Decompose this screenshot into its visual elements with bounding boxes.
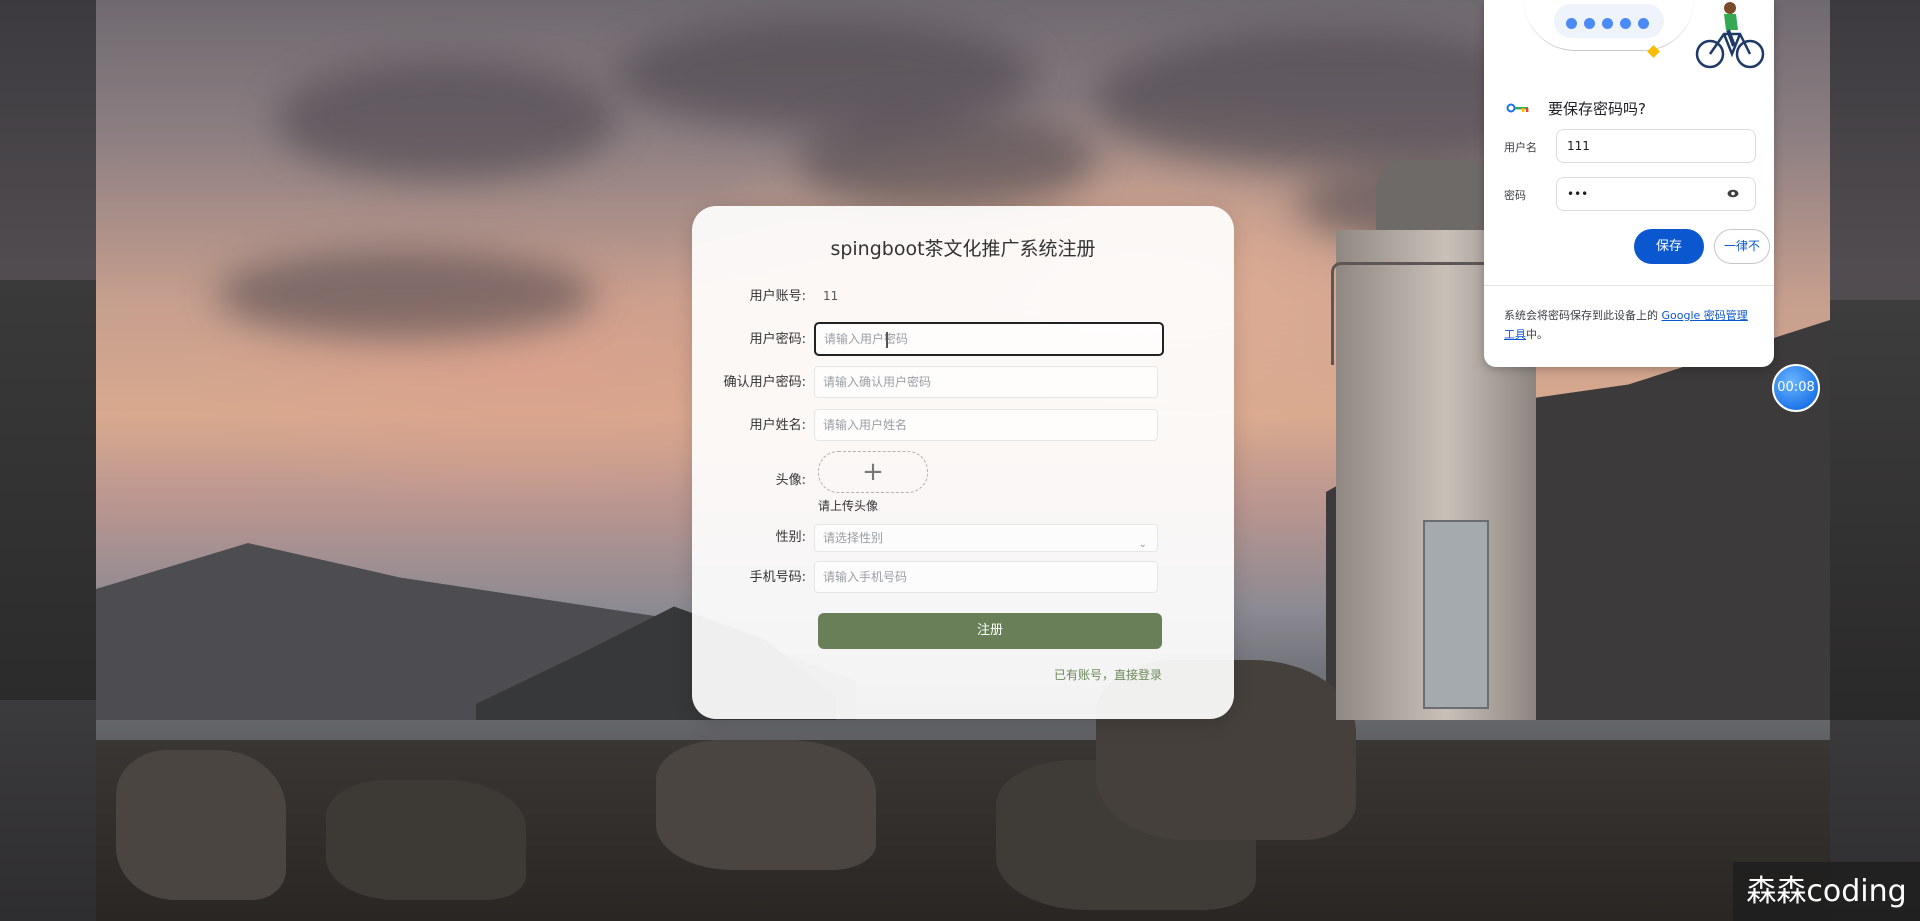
phone-input[interactable]: 请输入手机号码 [814, 561, 1158, 593]
password-placeholder: 请输入用户密码 [824, 332, 909, 346]
register-card: spingboot茶文化推广系统注册 用户账号: 11 用户密码: 请输入用户密… [692, 206, 1234, 719]
password-row: 用户密码: 请输入用户密码 [692, 322, 1234, 357]
recording-timer[interactable]: 00:08 [1772, 364, 1820, 412]
background-right-edge [1830, 300, 1920, 720]
save-password-popup: 要保存密码吗? 用户名 111 密码 ••• 保存 一律不 系统会将密码保存到此… [1484, 0, 1774, 367]
name-input[interactable]: 请输入用户姓名 [814, 409, 1158, 441]
password-field[interactable]: ••• [1556, 177, 1756, 211]
divider [1484, 285, 1774, 286]
account-row: 用户账号: 11 [692, 280, 1234, 314]
name-placeholder: 请输入用户姓名 [823, 418, 908, 432]
never-button[interactable]: 一律不 [1714, 229, 1770, 264]
gender-placeholder: 请选择性别 [823, 531, 884, 545]
confirm-password-placeholder: 请输入确认用户密码 [823, 375, 932, 389]
eye-icon[interactable] [1727, 189, 1739, 198]
phone-label: 手机号码: [749, 570, 806, 585]
account-label: 用户账号: [749, 289, 806, 304]
avatar-row: 头像: [692, 464, 1234, 498]
chevron-down-icon: ⌄ [1138, 539, 1147, 550]
name-label: 用户姓名: [749, 418, 806, 433]
page-title: spingboot茶文化推广系统注册 [830, 238, 1096, 260]
lighthouse-lantern [1376, 160, 1496, 240]
phone-row: 手机号码: 请输入手机号码 [692, 561, 1234, 595]
lighthouse-door [1423, 520, 1489, 709]
footer-suffix: 中。 [1526, 328, 1548, 341]
avatar-label: 头像: [775, 473, 806, 488]
avatar-hint: 请上传头像 [818, 499, 879, 513]
gender-row: 性别: 请选择性别 ⌄ [692, 521, 1234, 555]
password-field-label: 密码 [1504, 189, 1526, 202]
confirm-password-row: 确认用户密码: 请输入确认用户密码 [692, 366, 1234, 400]
password-illustration [1484, 0, 1774, 80]
phone-placeholder: 请输入手机号码 [823, 570, 908, 584]
text-cursor-icon [886, 332, 888, 348]
confirm-password-label: 确认用户密码: [723, 375, 806, 390]
save-password-title: 要保存密码吗? [1548, 100, 1646, 118]
avatar-upload-button[interactable]: + [818, 451, 928, 493]
plus-icon: + [862, 457, 884, 487]
background-left-edge [0, 280, 96, 700]
password-dots: ••• [1567, 187, 1589, 201]
confirm-password-input[interactable]: 请输入确认用户密码 [814, 366, 1158, 398]
cyclist-icon [1695, 2, 1765, 69]
register-button[interactable]: 注册 [818, 613, 1162, 649]
footer-text: 系统会将密码保存到此设备上的 [1504, 309, 1658, 322]
save-button[interactable]: 保存 [1634, 229, 1704, 264]
username-label: 用户名 [1504, 141, 1537, 154]
watermark: 森森coding [1733, 862, 1920, 921]
rocks [96, 660, 1830, 921]
account-input[interactable]: 11 [814, 280, 1158, 312]
password-label: 用户密码: [749, 332, 806, 347]
gender-select[interactable]: 请选择性别 ⌄ [814, 524, 1158, 552]
password-input[interactable]: 请输入用户密码 [814, 322, 1164, 356]
key-icon [1506, 103, 1529, 113]
name-row: 用户姓名: 请输入用户姓名 [692, 409, 1234, 443]
save-password-footer: 系统会将密码保存到此设备上的 Google 密码管理工具中。 [1504, 306, 1756, 344]
login-link[interactable]: 已有账号，直接登录 [1054, 666, 1162, 683]
username-field[interactable]: 111 [1556, 129, 1756, 163]
gender-label: 性别: [775, 530, 806, 545]
